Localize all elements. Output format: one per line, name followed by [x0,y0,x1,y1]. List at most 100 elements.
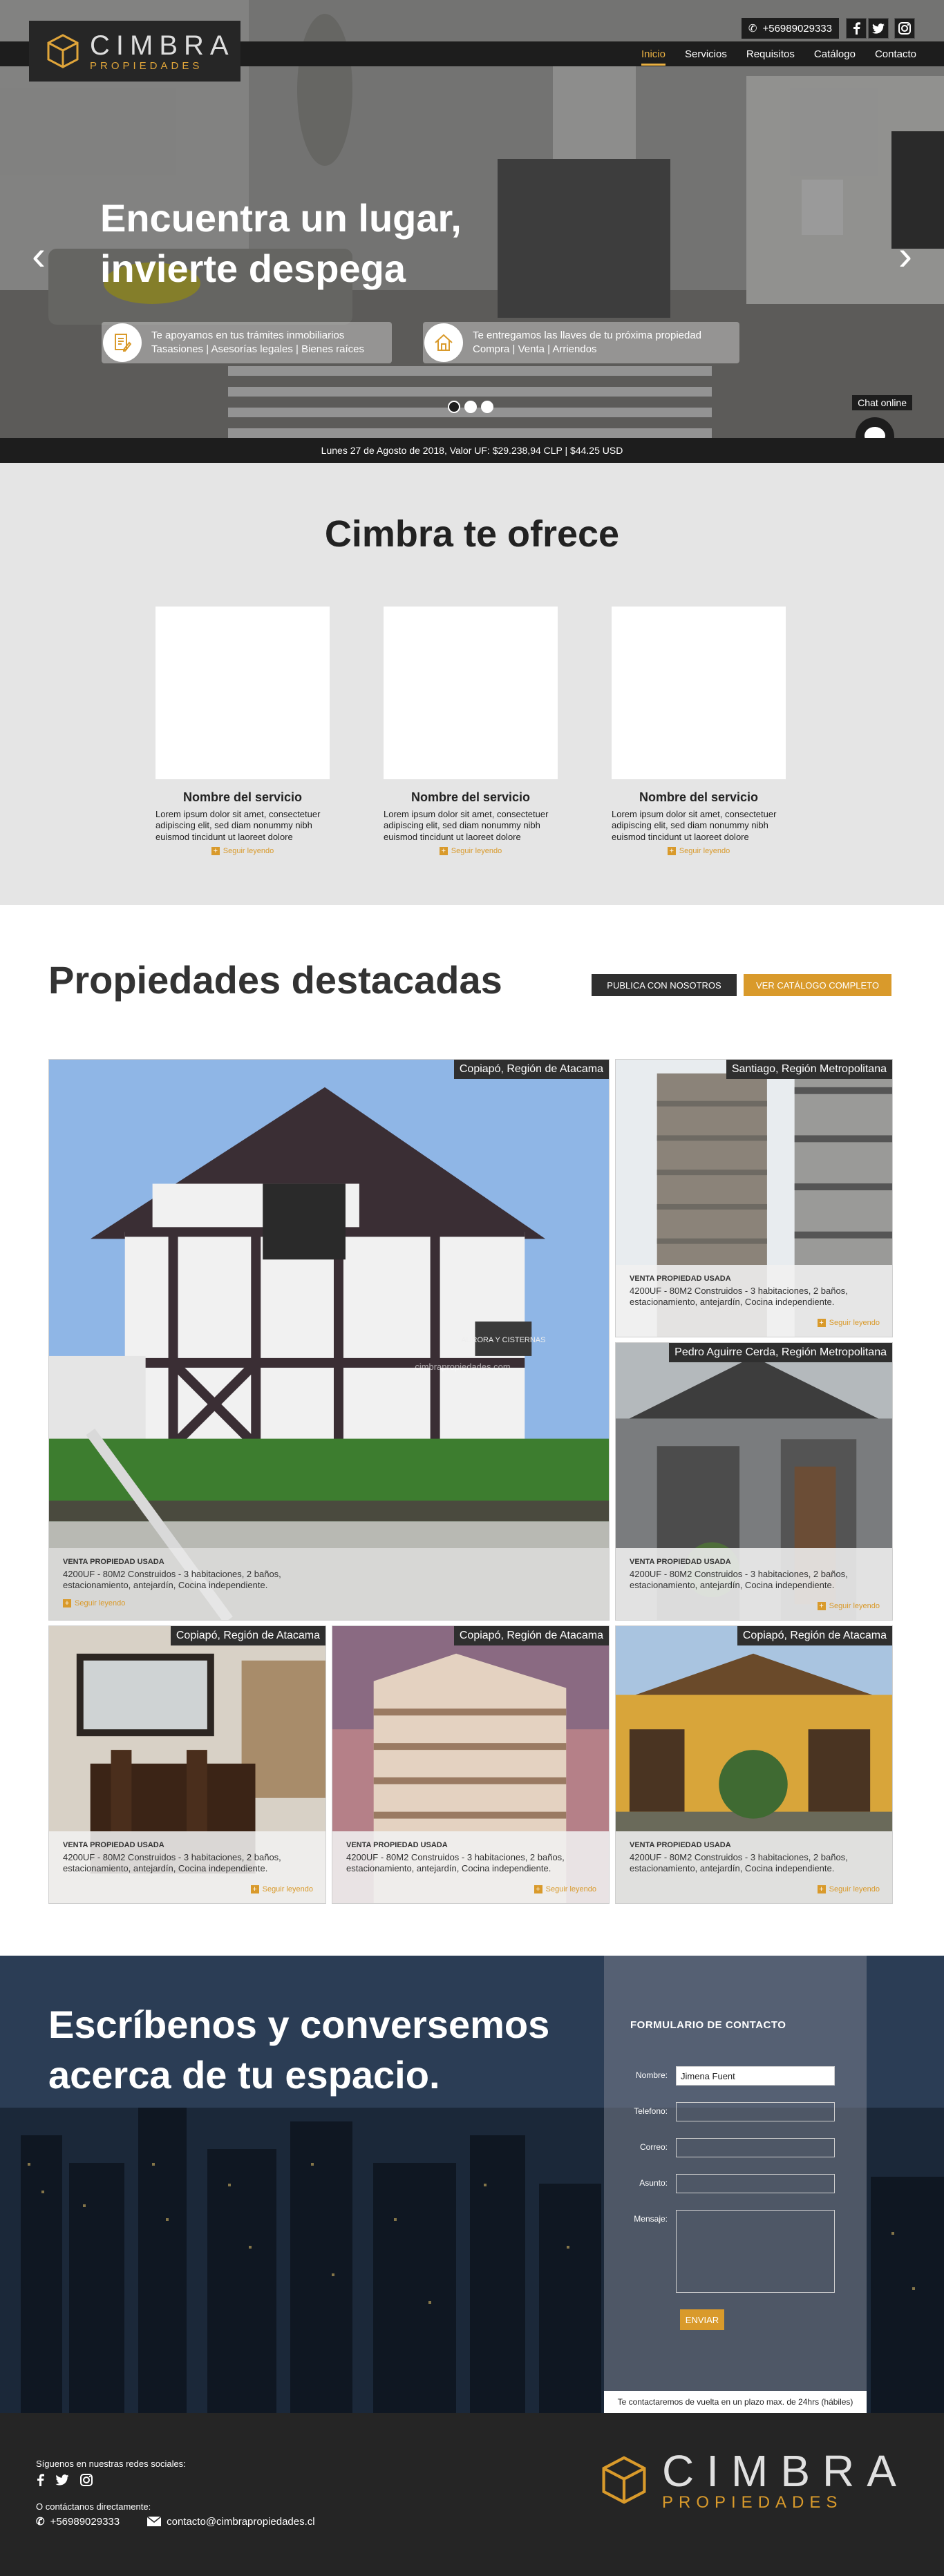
send-button[interactable]: ENVIAR [680,2309,724,2330]
property-type: VENTA PROPIEDAD USADA [630,1275,731,1283]
services-section: Cimbra te ofrece Nombre del servicio Lor… [0,463,944,905]
property-location: Copiapó, Región de Atacama [453,1626,609,1645]
slider-dot-2[interactable] [464,401,477,413]
contact-title-line2: acerca de tu espacio. [48,2052,440,2097]
property-desc-line1: 4200UF - 80M2 Construidos - 3 habitacion… [630,1852,848,1862]
nav-servicios[interactable]: Servicios [685,43,727,66]
property-desc-line2: estacionamiento, antejardín, Cocina inde… [63,1863,268,1874]
slider-dot-1[interactable] [448,401,460,413]
footer-email[interactable]: contacto@cimbrapropiedades.cl [147,2516,315,2528]
read-more-link[interactable]: + Seguir leyendo [817,1319,880,1327]
read-more-label: Seguir leyendo [223,846,274,855]
read-more-link[interactable]: + Seguir leyendo [612,846,786,855]
plus-icon: + [211,846,220,855]
logo-title: CIMBRA [90,30,235,61]
read-more-link[interactable]: + Seguir leyendo [250,1885,313,1893]
read-more-label: Seguir leyendo [451,846,502,855]
street-sign: AURORA Y CISTERNAS [461,1336,545,1344]
nav-contacto[interactable]: Contacto [875,43,916,66]
property-card[interactable]: Santiago, Región Metropolitana VENTA PRO… [615,1059,893,1337]
property-desc-line2: estacionamiento, antejardín, Cocina inde… [346,1863,551,1874]
footer-logo-subtitle: PROPIEDADES [662,2493,843,2512]
hero-title-line2: invierte despega [100,246,406,290]
property-info: VENTA PROPIEDAD USADA 4200UF - 80M2 Cons… [332,1831,609,1903]
facebook-icon[interactable] [36,2474,44,2490]
read-more-link[interactable]: + Seguir leyendo [63,1599,125,1607]
footer-logo[interactable]: CIMBRA PROPIEDADES [600,2449,909,2511]
service-desc: Lorem ipsum dolor sit amet, consectetuer… [155,809,321,842]
footer-logo-title: CIMBRA [662,2446,909,2496]
phone-input[interactable] [676,2102,835,2121]
name-input[interactable] [676,2066,835,2086]
hero-pill-tramites: Te apoyamos en tus trámites inmobiliario… [102,322,392,363]
plus-icon: + [63,1599,71,1607]
publish-button[interactable]: PUBLICA CON NOSOTROS [592,974,737,996]
property-desc: 4200UF - 80M2 Construidos - 3 habitacion… [63,1852,312,1875]
catalog-button[interactable]: VER CATÁLOGO COMPLETO [744,974,891,996]
form-row-name: Nombre: [632,2066,839,2086]
message-label: Mensaje: [634,2214,668,2224]
read-more-label: Seguir leyendo [262,1885,313,1893]
read-more-label: Seguir leyendo [829,1885,880,1893]
subject-label: Asunto: [639,2178,668,2188]
pill1-line2: Tasasiones | Asesorías legales | Bienes … [151,343,364,355]
facebook-icon[interactable] [846,18,867,39]
contact-title: Escríbenos y conversemos acerca de tu es… [48,2000,601,2101]
nav-requisitos[interactable]: Requisitos [746,43,795,66]
plus-icon: + [439,846,448,855]
service-desc: Lorem ipsum dolor sit amet, consectetuer… [612,809,777,842]
property-card[interactable]: AURORA Y CISTERNAS cimbrapropiedades.com… [48,1059,610,1621]
contact-form: FORMULARIO DE CONTACTO Nombre: Telefono:… [604,1956,867,2413]
subject-input[interactable] [676,2174,835,2193]
form-row-subject: Asunto: [632,2174,839,2193]
hero-title: Encuentra un lugar, invierte despega [100,193,584,294]
plus-icon: + [250,1885,259,1893]
service-name: Nombre del servicio [639,790,759,804]
slider-prev-arrow-icon[interactable]: ‹ [25,235,53,276]
house-icon [424,323,463,362]
read-more-label: Seguir leyendo [545,1885,596,1893]
phone-icon: ✆ [748,23,757,35]
name-label: Nombre: [635,2070,668,2080]
twitter-icon[interactable] [868,18,889,39]
nav-inicio[interactable]: Inicio [641,43,666,66]
footer-phone[interactable]: ✆ +56989029333 [36,2515,120,2528]
phone-label: Telefono: [634,2106,668,2116]
property-info: VENTA PROPIEDAD USADA 4200UF - 80M2 Cons… [49,1831,325,1903]
service-card: Nombre del servicio Lorem ipsum dolor si… [612,607,786,855]
hero-slider: CIMBRA PROPIEDADES ✆ +56989029333 Inicio… [0,0,944,463]
read-more-link[interactable]: + Seguir leyendo [534,1885,596,1893]
message-input[interactable] [676,2210,835,2293]
property-card[interactable]: Pedro Aguirre Cerda, Región Metropolitan… [615,1342,893,1621]
phone-top[interactable]: ✆ +56989029333 [741,18,839,39]
property-card[interactable]: Copiapó, Región de Atacama VENTA PROPIED… [615,1625,893,1904]
footer-email-text: contacto@cimbrapropiedades.cl [167,2515,315,2528]
slider-next-arrow-icon[interactable]: › [891,235,919,276]
property-desc-line2: estacionamiento, antejardín, Cocina inde… [630,1580,835,1591]
hero-pill-llaves: Te entregamos las llaves de tu próxima p… [423,322,739,363]
service-name: Nombre del servicio [410,790,531,804]
property-desc: 4200UF - 80M2 Construidos - 3 habitacion… [346,1852,595,1875]
nav-catalogo[interactable]: Catálogo [814,43,856,66]
uf-value-bar: Lunes 27 de Agosto de 2018, Valor UF: $2… [0,438,944,463]
read-more-link[interactable]: + Seguir leyendo [817,1885,880,1893]
plus-icon: + [667,846,676,855]
contact-section: Escríbenos y conversemos acerca de tu es… [0,1956,944,2413]
email-input[interactable] [676,2138,835,2157]
chat-online-label[interactable]: Chat online [852,395,912,410]
property-info: VENTA PROPIEDAD USADA 4200UF - 80M2 Cons… [49,1548,609,1620]
read-more-link[interactable]: + Seguir leyendo [384,846,558,855]
instagram-icon[interactable] [80,2474,93,2490]
plus-icon: + [817,1885,826,1893]
logo[interactable]: CIMBRA PROPIEDADES [29,21,240,82]
twitter-icon[interactable] [55,2474,69,2489]
slider-dot-3[interactable] [481,401,493,413]
read-more-link[interactable]: + Seguir leyendo [155,846,330,855]
logo-subtitle: PROPIEDADES [90,59,203,72]
property-card[interactable]: Copiapó, Región de Atacama VENTA PROPIED… [48,1625,326,1904]
service-image [155,607,330,779]
read-more-link[interactable]: + Seguir leyendo [817,1602,880,1610]
instagram-icon[interactable] [894,18,915,39]
property-card[interactable]: Copiapó, Región de Atacama VENTA PROPIED… [332,1625,610,1904]
property-location: Pedro Aguirre Cerda, Región Metropolitan… [669,1343,892,1362]
